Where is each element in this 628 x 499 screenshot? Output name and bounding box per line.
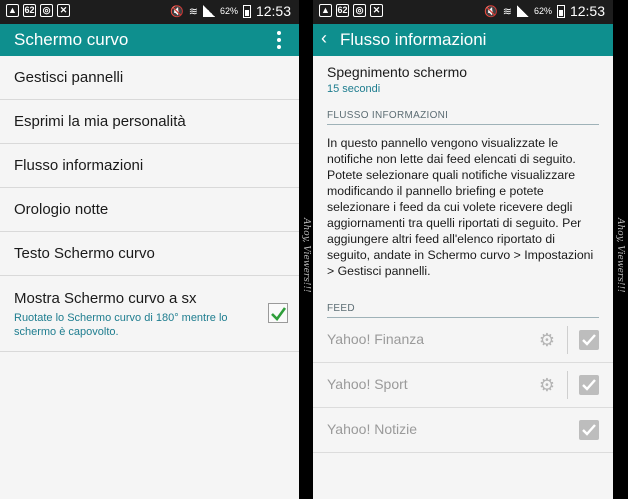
feed-name: Yahoo! Finanza — [327, 331, 425, 347]
feed-row-yahoo-finanza[interactable]: Yahoo! Finanza ⚙ — [313, 318, 613, 363]
screen-off-value: 15 secondi — [327, 83, 381, 95]
menu-item-orologio-notte[interactable]: Orologio notte — [0, 188, 299, 232]
app-notif-icon: ✕ — [370, 4, 383, 17]
settings-notif-icon: ◎ — [353, 4, 366, 17]
status-bar: ▲ 62 ◎ ✕ 🔇 ≋ 62% 12:53 — [313, 0, 613, 24]
page-title: Flusso informazioni — [340, 30, 487, 49]
gear-icon[interactable]: ⚙ — [538, 331, 556, 349]
badge-notif-icon: 62 — [23, 4, 36, 17]
divider — [567, 371, 568, 399]
menu-item-label: Esprimi la mia personalità — [14, 113, 186, 130]
gallery-notif-icon: ▲ — [319, 4, 332, 17]
check-icon — [582, 379, 596, 391]
check-icon — [582, 334, 596, 346]
menu-item-label: Gestisci pannelli — [14, 69, 124, 86]
page-title: Schermo curvo — [14, 30, 129, 49]
app-bar: ‹ Flusso informazioni — [313, 24, 613, 56]
gallery-notif-icon: ▲ — [6, 4, 19, 17]
mute-icon: 🔇 — [484, 5, 498, 18]
app-bar: Schermo curvo — [0, 24, 299, 56]
feed-row-yahoo-sport[interactable]: Yahoo! Sport ⚙ — [313, 363, 613, 408]
section-feed: FEED — [313, 279, 613, 318]
feed-checkbox[interactable] — [579, 420, 599, 440]
check-icon — [582, 424, 596, 436]
battery-percent: 62% — [219, 6, 238, 16]
screen-off-label: Spegnimento schermo — [327, 64, 468, 80]
left-phone-screen: ▲ 62 ◎ ✕ 🔇 ≋ 62% 12:53 Schermo curvo Ges… — [0, 0, 299, 499]
wifi-icon: ≋ — [188, 5, 198, 18]
feed-checkbox[interactable] — [579, 330, 599, 350]
section-header: FLUSSO INFORMAZIONI — [327, 110, 599, 125]
check-icon — [271, 307, 287, 321]
gear-icon[interactable]: ⚙ — [538, 376, 556, 394]
feed-name: Yahoo! Sport — [327, 376, 408, 392]
menu-item-flusso-informazioni[interactable]: Flusso informazioni — [0, 144, 299, 188]
clock: 12:53 — [255, 3, 291, 19]
screen-off-setting[interactable]: Spegnimento schermo 15 secondi — [313, 56, 613, 104]
description-text: In questo pannello vengono visualizzate … — [327, 136, 594, 278]
menu-item-testo-schermo-curvo[interactable]: Testo Schermo curvo — [0, 232, 299, 276]
battery-percent: 62% — [533, 6, 552, 16]
menu-item-label: Flusso informazioni — [14, 157, 144, 174]
overflow-menu-icon[interactable] — [277, 31, 281, 52]
signal-icon — [516, 5, 529, 17]
signal-icon — [202, 5, 215, 17]
menu-item-gestisci-pannelli[interactable]: Gestisci pannelli — [0, 56, 299, 100]
clock: 12:53 — [569, 3, 605, 19]
menu-item-mostra-schermo-curvo[interactable]: Mostra Schermo curvo a sx Ruotate lo Sch… — [0, 276, 299, 352]
status-bar: ▲ 62 ◎ ✕ 🔇 ≋ 62% 12:53 — [0, 0, 299, 24]
toggle-item-label: Mostra Schermo curvo a sx — [14, 290, 197, 307]
section-header: FEED — [327, 303, 599, 318]
toggle-item-description: Ruotate lo Schermo curvo di 180° mentre … — [14, 312, 228, 338]
menu-item-label: Testo Schermo curvo — [14, 245, 155, 262]
divider — [567, 326, 568, 354]
back-chevron-icon[interactable]: ‹ — [321, 28, 327, 49]
mute-icon: 🔇 — [170, 5, 184, 18]
watermark: Ahoy, Viewers!!! — [615, 218, 625, 293]
wifi-icon: ≋ — [502, 5, 512, 18]
settings-notif-icon: ◎ — [40, 4, 53, 17]
battery-icon — [556, 4, 565, 18]
watermark: Ahoy, Viewers!!! — [301, 218, 311, 293]
menu-item-label: Orologio notte — [14, 201, 109, 218]
badge-notif-icon: 62 — [336, 4, 349, 17]
right-phone-screen: ▲ 62 ◎ ✕ 🔇 ≋ 62% 12:53 ‹ Flusso informaz… — [313, 0, 613, 499]
app-notif-icon: ✕ — [57, 4, 70, 17]
feed-row-yahoo-notizie[interactable]: Yahoo! Notizie — [313, 408, 613, 453]
mostra-schermo-checkbox[interactable] — [268, 303, 288, 323]
section-flusso: FLUSSO INFORMAZIONI — [313, 104, 613, 125]
feed-name: Yahoo! Notizie — [327, 421, 418, 437]
feed-checkbox[interactable] — [579, 375, 599, 395]
battery-icon — [242, 4, 251, 18]
menu-item-esprimi-personalita[interactable]: Esprimi la mia personalità — [0, 100, 299, 144]
